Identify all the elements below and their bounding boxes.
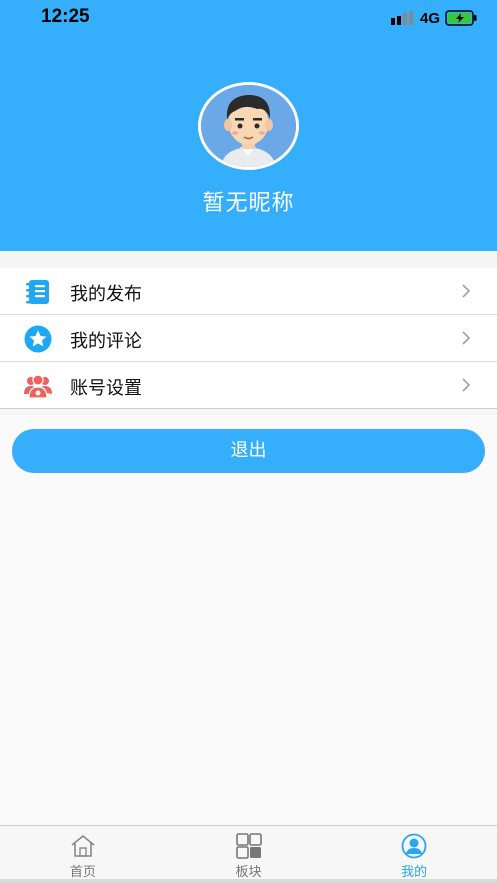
- network-label: 4G: [419, 9, 440, 27]
- users-icon: [24, 374, 52, 399]
- menu-item-label: 我的评论: [70, 331, 142, 352]
- logout-button[interactable]: 退出: [12, 429, 485, 473]
- menu-item-label: 账号设置: [70, 378, 142, 399]
- grid-icon: [235, 833, 262, 859]
- tab-label: 首页: [69, 865, 96, 880]
- bottom-strip: [0, 879, 497, 883]
- status-time: 12:25: [41, 6, 90, 27]
- avatar[interactable]: [198, 82, 299, 170]
- battery-icon: [445, 10, 477, 26]
- avatar-boy-icon: [201, 85, 296, 167]
- chevron-right-icon: [462, 378, 471, 392]
- star-icon: [24, 325, 52, 353]
- menu-item-my-comments[interactable]: 我的评论: [0, 315, 497, 362]
- chevron-right-icon: [462, 284, 471, 298]
- tab-boards[interactable]: 板块: [166, 826, 332, 883]
- profile-header: 12:25 4G 暂无昵称: [0, 0, 497, 251]
- menu-item-label: 我的发布: [70, 284, 142, 305]
- tab-mine[interactable]: 我的: [331, 826, 497, 883]
- nickname[interactable]: 暂无昵称: [0, 185, 497, 217]
- chevron-right-icon: [462, 331, 471, 345]
- signal-icon: [390, 11, 413, 25]
- tab-label: 板块: [235, 865, 262, 880]
- menu-item-account-settings[interactable]: 账号设置: [0, 362, 497, 409]
- notebook-icon: [26, 280, 49, 304]
- content-background: [0, 415, 497, 825]
- menu-item-my-posts[interactable]: 我的发布: [0, 268, 497, 315]
- status-indicators: 4G: [390, 9, 477, 27]
- status-bar: 12:25 4G: [0, 0, 497, 36]
- home-icon: [71, 834, 95, 857]
- tab-bar: 首页 板块 我的: [0, 825, 497, 883]
- tab-label: 我的: [401, 865, 428, 880]
- user-icon: [401, 833, 427, 859]
- profile-menu: 我的发布 我的评论 账号设置: [0, 268, 497, 409]
- tab-home[interactable]: 首页: [0, 826, 166, 883]
